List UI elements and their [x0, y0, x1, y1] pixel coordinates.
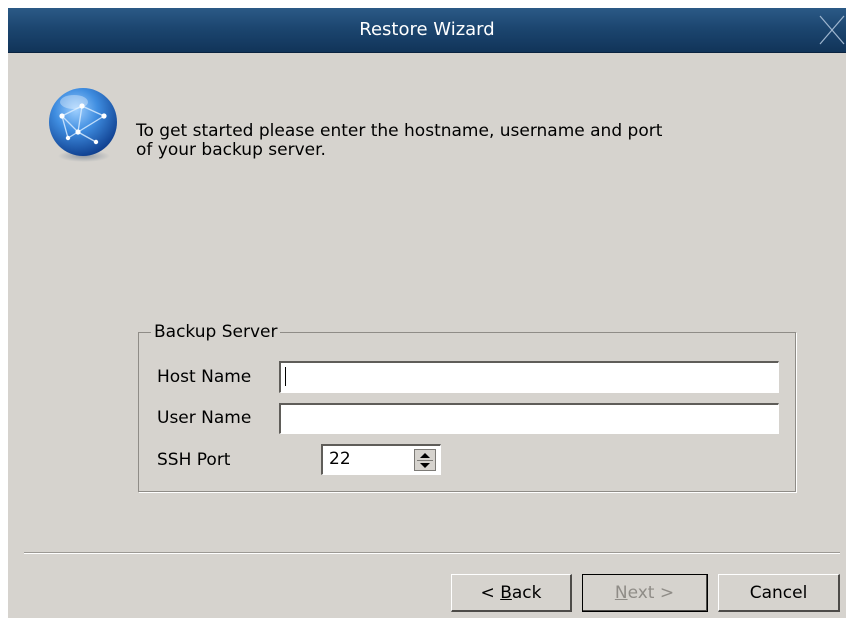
next-button[interactable]: Next >: [582, 574, 708, 612]
close-icon[interactable]: [816, 12, 846, 48]
next-mnemonic: N: [614, 582, 628, 603]
ssh-port-label: SSH Port: [157, 450, 231, 470]
user-name-label: User Name: [157, 408, 252, 428]
text-cursor: [285, 367, 286, 386]
back-button[interactable]: < Back: [451, 574, 572, 612]
ssh-port-spinbox[interactable]: 22: [321, 444, 441, 475]
user-name-field[interactable]: [279, 403, 779, 434]
window-title: Restore Wizard: [359, 19, 495, 40]
backup-server-group: Backup Server Host Name User Name SSH Po…: [138, 322, 796, 492]
intro-text: To get started please enter the hostname…: [136, 122, 816, 160]
intro-line-1: To get started please enter the hostname…: [136, 121, 663, 141]
button-separator: [24, 552, 840, 554]
back-prefix: <: [480, 582, 501, 603]
spin-down-button[interactable]: [415, 460, 435, 470]
ssh-port-value: 22: [329, 449, 351, 469]
globe-network-icon: [48, 86, 118, 164]
title-bar[interactable]: Restore Wizard: [8, 8, 846, 53]
spin-up-button[interactable]: [415, 450, 435, 460]
cancel-button[interactable]: Cancel: [718, 574, 840, 612]
host-name-label: Host Name: [157, 367, 252, 387]
back-mnemonic: B: [500, 582, 512, 603]
spin-buttons: [414, 449, 436, 471]
next-rest: ext >: [627, 582, 675, 603]
host-name-field[interactable]: [279, 361, 779, 393]
intro-line-2: of your backup server.: [136, 140, 326, 160]
back-rest: ack: [511, 582, 542, 603]
backup-server-group-title: Backup Server: [151, 322, 281, 342]
restore-wizard-window: Restore Wizard To get started please ent…: [8, 8, 846, 618]
